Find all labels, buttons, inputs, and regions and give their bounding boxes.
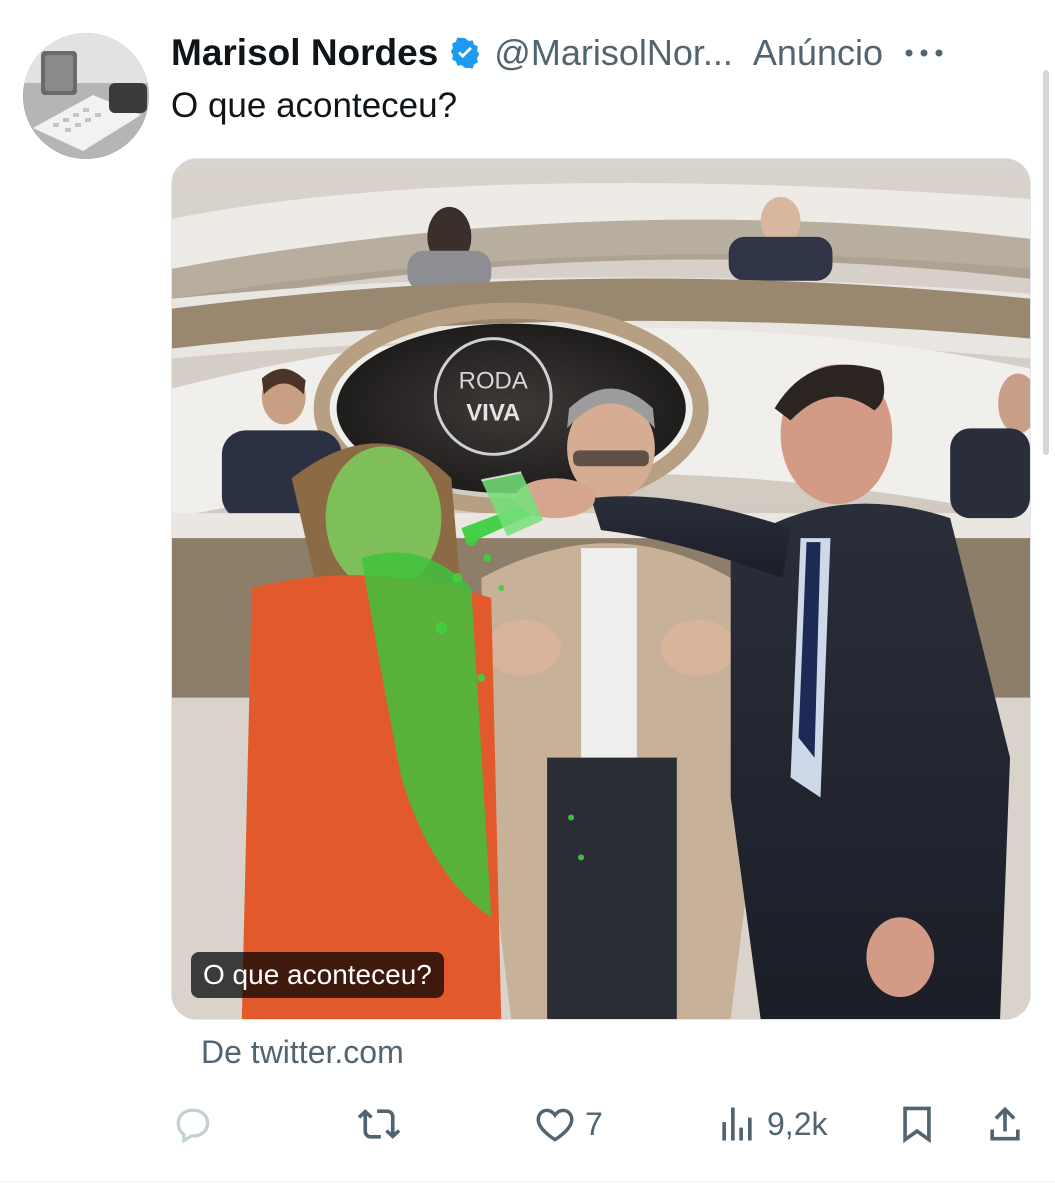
share-button[interactable]: [983, 1096, 1027, 1152]
tweet-media-image[interactable]: RODA VIVA: [171, 158, 1031, 1020]
avatar[interactable]: [23, 33, 149, 159]
roda-text: RODA: [459, 367, 528, 394]
retweet-button[interactable]: [357, 1096, 401, 1152]
views-button[interactable]: 9,2k: [715, 1096, 827, 1152]
retweet-icon: [357, 1102, 401, 1146]
scrollbar[interactable]: [1043, 70, 1049, 455]
author-name[interactable]: Marisol Nordes: [171, 32, 438, 74]
reply-button[interactable]: [171, 1096, 215, 1152]
reply-icon: [171, 1102, 215, 1146]
bookmark-button[interactable]: [895, 1096, 939, 1152]
like-count: 7: [585, 1105, 603, 1142]
like-button[interactable]: 7: [533, 1096, 603, 1152]
viva-text: VIVA: [466, 399, 520, 426]
views-count: 9,2k: [767, 1105, 828, 1142]
verified-badge-icon: [448, 36, 482, 70]
action-bar: 7 9,2k: [171, 1096, 1031, 1152]
divider: [0, 1181, 1055, 1182]
source-link[interactable]: De twitter.com: [201, 1034, 404, 1071]
share-icon: [983, 1102, 1027, 1146]
author-handle[interactable]: @MarisolNor...: [494, 32, 733, 74]
media-caption: O que aconteceu?: [191, 952, 444, 998]
like-icon: [533, 1102, 577, 1146]
tweet-text: O que aconteceu?: [171, 86, 458, 125]
tweet-header: Marisol Nordes @MarisolNor... Anúncio: [171, 28, 1031, 78]
more-icon[interactable]: [903, 43, 945, 63]
views-icon: [715, 1102, 759, 1146]
ad-label: Anúncio: [752, 32, 883, 73]
tweet[interactable]: Marisol Nordes @MarisolNor... Anúncio O …: [0, 0, 1055, 1200]
bookmark-icon: [895, 1102, 939, 1146]
